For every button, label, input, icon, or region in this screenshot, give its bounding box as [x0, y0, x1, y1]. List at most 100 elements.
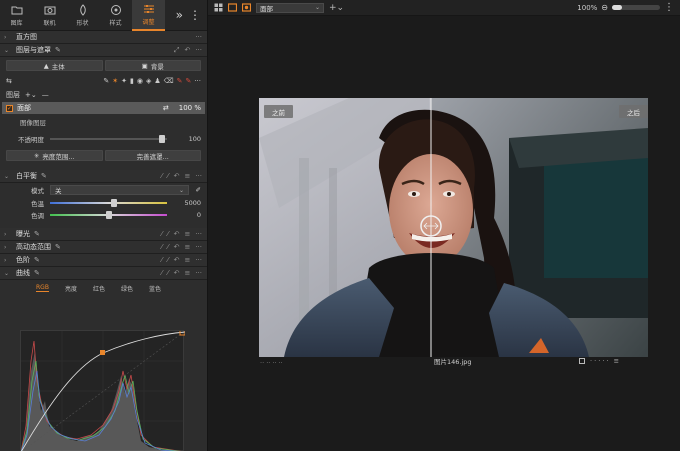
rating-dots[interactable]: .. .. .. ..: [260, 357, 283, 365]
undo-icon[interactable]: ↶: [174, 172, 180, 180]
section-exposure[interactable]: › 曝光 ✎ ⁄ ⁄ ↶ ≡ ···: [0, 228, 207, 241]
brush-icon[interactable]: ⁄: [161, 269, 162, 277]
brush-icon[interactable]: ⁄: [161, 243, 162, 251]
brush-icon[interactable]: ✎: [103, 77, 109, 85]
layer-row[interactable]: ✓ 面部 ⇄ 100 %: [2, 102, 205, 114]
tab-rgb[interactable]: RGB: [36, 284, 49, 292]
undo-icon[interactable]: ↶: [184, 46, 190, 55]
opacity-slider[interactable]: [50, 135, 167, 143]
more-icon[interactable]: ···: [195, 243, 202, 251]
undo-icon[interactable]: ↶: [174, 256, 180, 264]
erase-icon[interactable]: ◈: [146, 77, 151, 85]
slider-thumb[interactable]: [111, 199, 118, 207]
section-layers[interactable]: ⌄ 图层与遮罩 ✎ ⤢ ↶ ···: [0, 44, 207, 57]
tab-luma[interactable]: 亮度: [65, 284, 77, 293]
camera-icon: [44, 6, 55, 15]
list-icon[interactable]: ≡: [184, 243, 190, 251]
undo-icon[interactable]: ↶: [174, 269, 180, 277]
stamp-icon[interactable]: ♟: [154, 77, 160, 85]
tab-green[interactable]: 绿色: [121, 284, 133, 293]
more-icon[interactable]: ···: [195, 230, 202, 238]
add-layer-icon[interactable]: +⌄: [25, 91, 37, 99]
more-menu-icon[interactable]: ⋮: [189, 8, 201, 22]
brush-icon[interactable]: ⁄: [167, 172, 168, 180]
list-icon[interactable]: ≡: [614, 357, 619, 365]
tab-shape[interactable]: 形状: [66, 0, 99, 31]
more-icon[interactable]: ···: [195, 46, 202, 55]
zoom-search-icon[interactable]: ⊖: [601, 3, 608, 12]
section-histogram[interactable]: › 直方图 ···: [0, 31, 207, 44]
more-icon[interactable]: ···: [194, 77, 201, 85]
curve-point[interactable]: [100, 350, 105, 355]
list-icon[interactable]: ≡: [184, 230, 190, 238]
mode-select[interactable]: 关 ⌄: [50, 185, 189, 195]
shape-icon: [79, 4, 86, 16]
section-hdr[interactable]: › 高动态范围 ✎ ⁄ ⁄ ↶ ≡ ···: [0, 241, 207, 254]
tab-library[interactable]: 图库: [0, 0, 33, 31]
layers-header: 图层 +⌄ —: [0, 88, 207, 102]
list-icon[interactable]: ≡: [184, 172, 190, 180]
rating-icon[interactable]: · · · · ·: [590, 357, 609, 365]
more-icon[interactable]: ···: [195, 33, 202, 41]
refine-mask-button[interactable]: 完善遮罩...: [104, 150, 201, 161]
compare-view-icon[interactable]: [242, 3, 251, 12]
add-icon[interactable]: +⌄: [329, 3, 344, 13]
section-white-balance[interactable]: ⌄ 白平衡 ✎ ⁄ ⁄ ↶ ≡ ···: [0, 170, 207, 183]
tab-adjust[interactable]: 调整: [132, 0, 165, 31]
undo-icon[interactable]: ↶: [174, 243, 180, 251]
brush-icon[interactable]: ⁄: [167, 269, 168, 277]
tab-blue[interactable]: 蓝色: [149, 284, 161, 293]
tint-slider[interactable]: [50, 211, 167, 219]
eyedropper-icon[interactable]: ✐: [189, 186, 201, 194]
remove-layer-icon[interactable]: —: [42, 91, 49, 99]
checkbox-icon[interactable]: [579, 358, 585, 364]
section-curve[interactable]: ⌄ 曲线 ✎ ⁄ ⁄ ↶ ≡ ···: [0, 267, 207, 280]
background-button[interactable]: ▣ 背景: [104, 60, 201, 71]
layer-visible-checkbox[interactable]: ✓: [6, 104, 13, 112]
zoom-slider[interactable]: [612, 5, 660, 10]
more-menu-icon[interactable]: ⋮: [664, 2, 674, 13]
pen-icon: ✎: [34, 269, 40, 277]
brush-icon[interactable]: ⁄: [161, 172, 162, 180]
wand-icon[interactable]: ✦: [121, 77, 127, 85]
magic-brush-icon[interactable]: ✶: [112, 77, 118, 85]
brush-icon[interactable]: ⁄: [167, 230, 168, 238]
single-view-icon[interactable]: [228, 3, 237, 12]
list-icon[interactable]: ≡: [184, 269, 190, 277]
temperature-slider[interactable]: [50, 199, 167, 207]
undo-icon[interactable]: ↶: [174, 230, 180, 238]
variant-select[interactable]: 面部 ⌄: [256, 2, 324, 13]
list-icon[interactable]: ≡: [184, 256, 190, 264]
clone-icon[interactable]: ✎: [185, 77, 191, 85]
slider-thumb[interactable]: [105, 211, 112, 219]
swap-icon[interactable]: ⇆: [6, 77, 12, 85]
grid-view-icon[interactable]: [214, 3, 223, 12]
more-icon[interactable]: ···: [195, 172, 202, 180]
brush-icon[interactable]: ⁄: [161, 230, 162, 238]
gradient-icon[interactable]: ▮: [130, 77, 134, 85]
eraser-icon[interactable]: ⌫: [164, 77, 174, 85]
curve-editor[interactable]: [20, 329, 186, 451]
curve-channel-tabs: RGB 亮度 红色 绿色 蓝色: [0, 280, 207, 293]
tab-red[interactable]: 红色: [93, 284, 105, 293]
slider-value[interactable]: 5000: [167, 199, 201, 207]
slider-value[interactable]: 0: [167, 211, 201, 219]
tab-style[interactable]: 样式: [99, 0, 132, 31]
slider-thumb[interactable]: [159, 135, 166, 143]
subject-button[interactable]: ▲ 主体: [6, 60, 103, 71]
more-icon[interactable]: ···: [195, 269, 202, 277]
expand-icon[interactable]: »: [176, 8, 183, 22]
photo[interactable]: 之前 之后: [259, 98, 648, 357]
expand-arrows-icon[interactable]: ⤢: [174, 46, 180, 55]
brush-icon[interactable]: ⁄: [167, 256, 168, 264]
brush-icon[interactable]: ⁄: [161, 256, 162, 264]
heal-icon[interactable]: ✎: [177, 77, 183, 85]
luma-range-button[interactable]: ✳ 亮度范围...: [6, 150, 103, 161]
tab-tether[interactable]: 联机: [33, 0, 66, 31]
brush-icon[interactable]: ⁄: [167, 243, 168, 251]
more-icon[interactable]: ···: [195, 256, 202, 264]
radial-icon[interactable]: ◉: [137, 77, 143, 85]
section-levels[interactable]: › 色阶 ✎ ⁄ ⁄ ↶ ≡ ···: [0, 254, 207, 267]
sliders-icon[interactable]: ⇄: [163, 104, 169, 112]
slider-value[interactable]: 100: [167, 135, 201, 143]
